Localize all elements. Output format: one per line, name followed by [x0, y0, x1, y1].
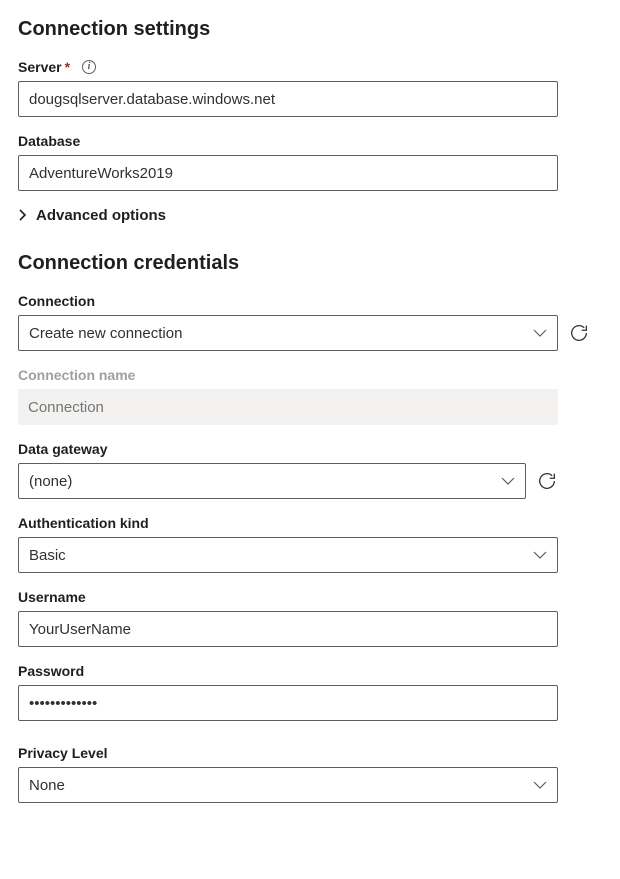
info-icon[interactable]: i — [82, 60, 96, 74]
auth-kind-label: Authentication kind — [18, 515, 149, 531]
chevron-down-icon — [533, 328, 547, 338]
data-gateway-label: Data gateway — [18, 441, 107, 457]
chevron-down-icon — [533, 780, 547, 790]
database-input[interactable] — [18, 155, 558, 191]
connection-settings-heading: Connection settings — [18, 18, 602, 41]
connection-name-input — [18, 389, 558, 425]
refresh-gateway-button[interactable] — [536, 467, 564, 495]
chevron-down-icon — [533, 550, 547, 560]
connection-label: Connection — [18, 293, 95, 309]
advanced-options-label: Advanced options — [36, 207, 166, 224]
password-input[interactable] — [18, 685, 558, 721]
server-input[interactable] — [18, 81, 558, 117]
privacy-level-label: Privacy Level — [18, 745, 108, 761]
server-label: Server — [18, 59, 62, 75]
username-label: Username — [18, 589, 86, 605]
password-label: Password — [18, 663, 84, 679]
auth-kind-value: Basic — [29, 547, 66, 564]
advanced-options-expander[interactable]: Advanced options — [18, 207, 602, 224]
refresh-connection-button[interactable] — [568, 319, 596, 347]
data-gateway-select[interactable]: (none) — [18, 463, 526, 499]
privacy-level-value: None — [29, 777, 65, 794]
connection-select-value: Create new connection — [29, 325, 182, 342]
data-gateway-value: (none) — [29, 473, 72, 490]
connection-name-label: Connection name — [18, 367, 135, 383]
chevron-down-icon — [501, 476, 515, 486]
auth-kind-select[interactable]: Basic — [18, 537, 558, 573]
database-label: Database — [18, 133, 80, 149]
privacy-level-select[interactable]: None — [18, 767, 558, 803]
connection-credentials-heading: Connection credentials — [18, 252, 602, 275]
connection-select[interactable]: Create new connection — [18, 315, 558, 351]
username-input[interactable] — [18, 611, 558, 647]
required-indicator: * — [65, 59, 70, 75]
chevron-right-icon — [18, 209, 28, 223]
